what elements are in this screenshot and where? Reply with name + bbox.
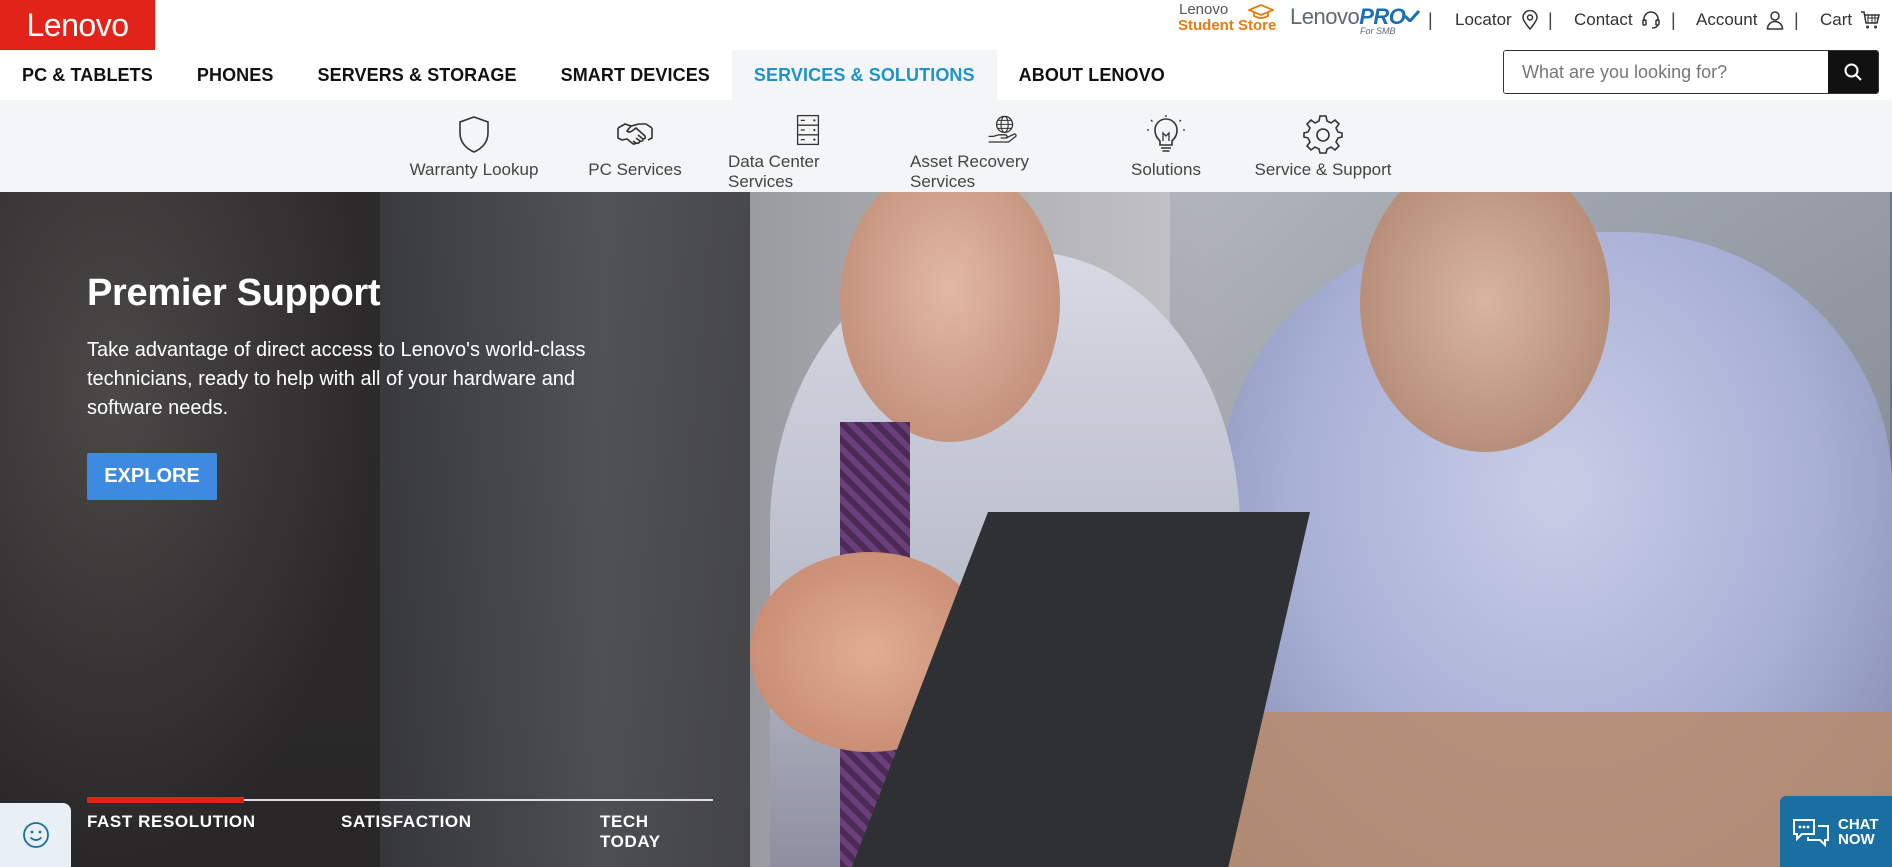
shield-icon <box>459 116 489 153</box>
nav-phones[interactable]: PHONES <box>175 50 296 100</box>
subnav-item-asset-recovery-services[interactable]: Asset Recovery Services <box>910 100 1096 192</box>
subnav-label: Asset Recovery Services <box>910 152 1030 191</box>
lightbulb-icon <box>1147 115 1185 152</box>
nav-smart-devices[interactable]: SMART DEVICES <box>539 50 732 100</box>
subnav-item-warranty-lookup[interactable]: Warranty Lookup <box>400 100 548 192</box>
hero-carousel-tabs: FAST RESOLUTION SATISFACTION TECH TODAY <box>87 792 713 851</box>
lenovo-pro-link[interactable]: LenovoPRO For SMB <box>1290 4 1420 36</box>
separator: | <box>1428 10 1433 30</box>
lenovo-pro-sub: For SMB <box>1360 26 1396 36</box>
feedback-button[interactable] <box>0 803 71 867</box>
locator-label: Locator <box>1455 10 1512 29</box>
student-store-line2: Student Store <box>1178 16 1277 34</box>
subnav-label: Warranty Lookup <box>409 160 539 179</box>
nav-about-lenovo[interactable]: ABOUT LENOVO <box>997 50 1187 100</box>
headset-icon <box>1641 11 1660 29</box>
subnav-item-data-center-services[interactable]: Data Center Services <box>728 100 888 192</box>
account-label: Account <box>1696 10 1758 29</box>
lenovo-logo[interactable]: Lenovo <box>0 0 155 50</box>
services-subnav: Warranty Lookup PC Services Data Center … <box>0 100 1892 192</box>
contact-link[interactable]: Contact <box>1574 8 1661 32</box>
subnav-item-pc-services[interactable]: PC Services <box>570 100 700 192</box>
globe-hand-icon <box>988 115 1017 143</box>
site-header: Lenovo Lenovo Student Store LenovoPRO Fo… <box>0 0 1892 100</box>
separator: | <box>1548 10 1553 30</box>
explore-button[interactable]: EXPLORE <box>87 453 217 500</box>
locator-link[interactable]: Locator <box>1455 8 1540 32</box>
hero-photo <box>750 192 1892 867</box>
chat-label-line2: NOW <box>1838 830 1875 848</box>
cart-link[interactable]: Cart <box>1820 8 1881 32</box>
cart-label: Cart <box>1820 10 1853 29</box>
tab-tech-today[interactable]: TECH TODAY <box>600 812 713 852</box>
smiley-icon <box>22 822 49 848</box>
main-nav: PC & TABLETS PHONES SERVERS & STORAGE SM… <box>0 50 1187 100</box>
tab-satisfaction[interactable]: SATISFACTION <box>341 812 472 832</box>
subnav-label: PC Services <box>588 160 682 179</box>
subnav-item-service-support[interactable]: Service & Support <box>1248 100 1398 192</box>
graduation-cap-icon <box>1248 4 1274 19</box>
separator: | <box>1671 10 1676 30</box>
subnav-label: Solutions <box>1131 160 1201 179</box>
nav-servers-storage[interactable]: SERVERS & STORAGE <box>296 50 539 100</box>
subnav-item-solutions[interactable]: Solutions <box>1116 100 1216 192</box>
hero-description: Take advantage of direct access to Lenov… <box>87 339 586 419</box>
tab-fast-resolution[interactable]: FAST RESOLUTION <box>87 812 256 832</box>
contact-label: Contact <box>1574 10 1633 29</box>
account-link[interactable]: Account <box>1696 8 1785 32</box>
user-icon <box>1767 11 1784 30</box>
carousel-progress <box>87 797 244 803</box>
subnav-label: Service & Support <box>1254 160 1392 179</box>
separator: | <box>1794 10 1799 30</box>
handshake-icon <box>617 123 653 145</box>
nav-services-solutions[interactable]: SERVICES & SOLUTIONS <box>731 50 997 100</box>
lenovo-pro-prefix: Lenovo <box>1290 4 1360 29</box>
chat-label-line1: CHAT <box>1838 815 1879 833</box>
student-store-link[interactable]: Lenovo Student Store <box>1178 2 1278 38</box>
cart-icon <box>1861 11 1881 29</box>
gear-icon <box>1303 115 1343 154</box>
search-icon <box>1844 63 1862 81</box>
search-box <box>1503 50 1879 94</box>
server-icon <box>796 114 820 146</box>
chat-bubbles-icon <box>1793 818 1829 847</box>
hero-title: Premier Support <box>87 272 381 314</box>
search-input[interactable] <box>1504 51 1828 93</box>
search-button[interactable] <box>1828 51 1878 93</box>
nav-pc-tablets[interactable]: PC & TABLETS <box>0 50 175 100</box>
checkmark-icon <box>1404 10 1420 22</box>
subnav-label: Data Center Services <box>728 152 820 191</box>
chat-now-button[interactable]: CHAT NOW <box>1780 796 1892 867</box>
map-pin-icon <box>1521 10 1538 30</box>
